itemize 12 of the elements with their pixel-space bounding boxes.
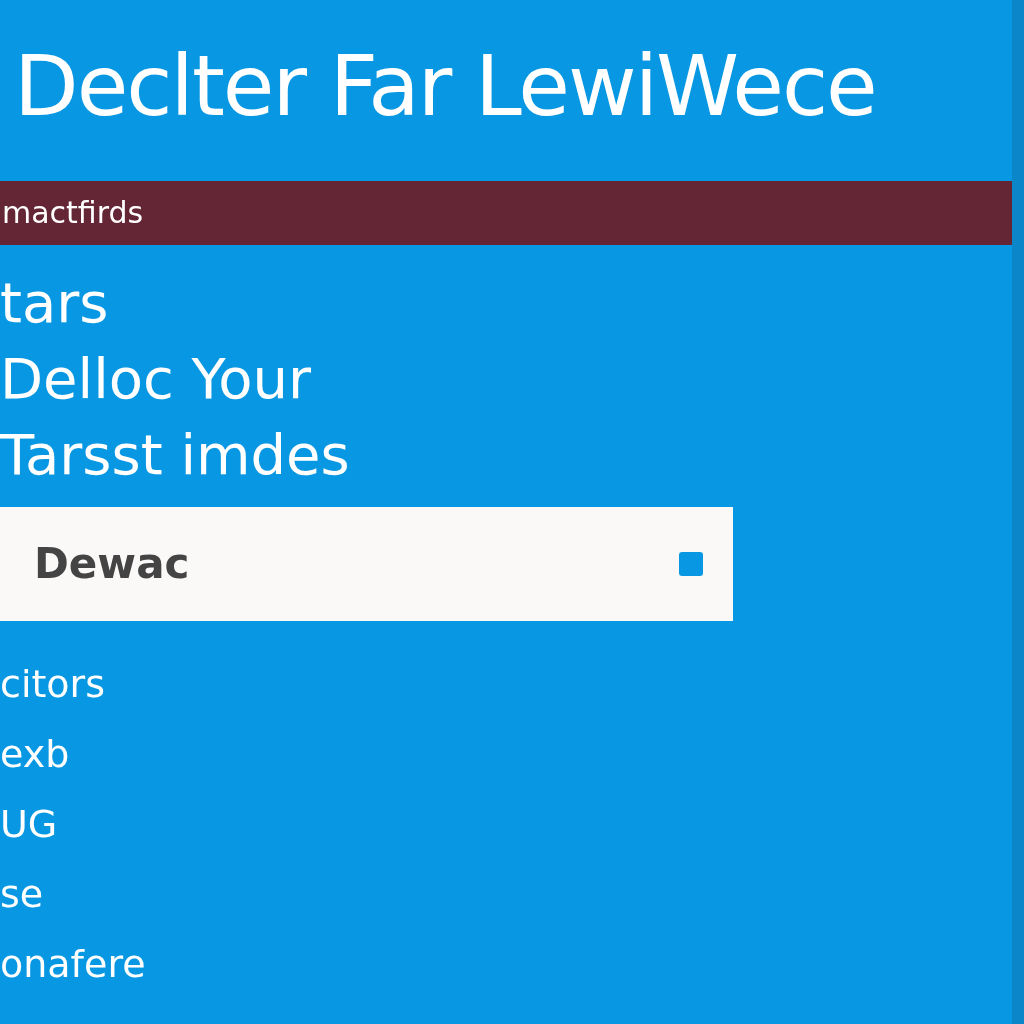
- square-icon: [679, 551, 703, 576]
- heading-text: Tarsst imdes: [0, 420, 350, 489]
- heading-text: tars: [0, 268, 109, 337]
- banner: mactfirds: [0, 180, 1012, 245]
- list-item[interactable]: UG: [0, 788, 58, 859]
- list-item[interactable]: se: [0, 858, 44, 929]
- page-title: Declter Far LewiWece: [14, 38, 877, 135]
- input-field[interactable]: Dewac: [0, 506, 733, 621]
- list-item[interactable]: exb: [0, 718, 70, 789]
- heading-text: Delloc Your: [0, 344, 312, 413]
- list-item[interactable]: citors: [0, 648, 106, 719]
- list-item[interactable]: onafere: [0, 928, 146, 999]
